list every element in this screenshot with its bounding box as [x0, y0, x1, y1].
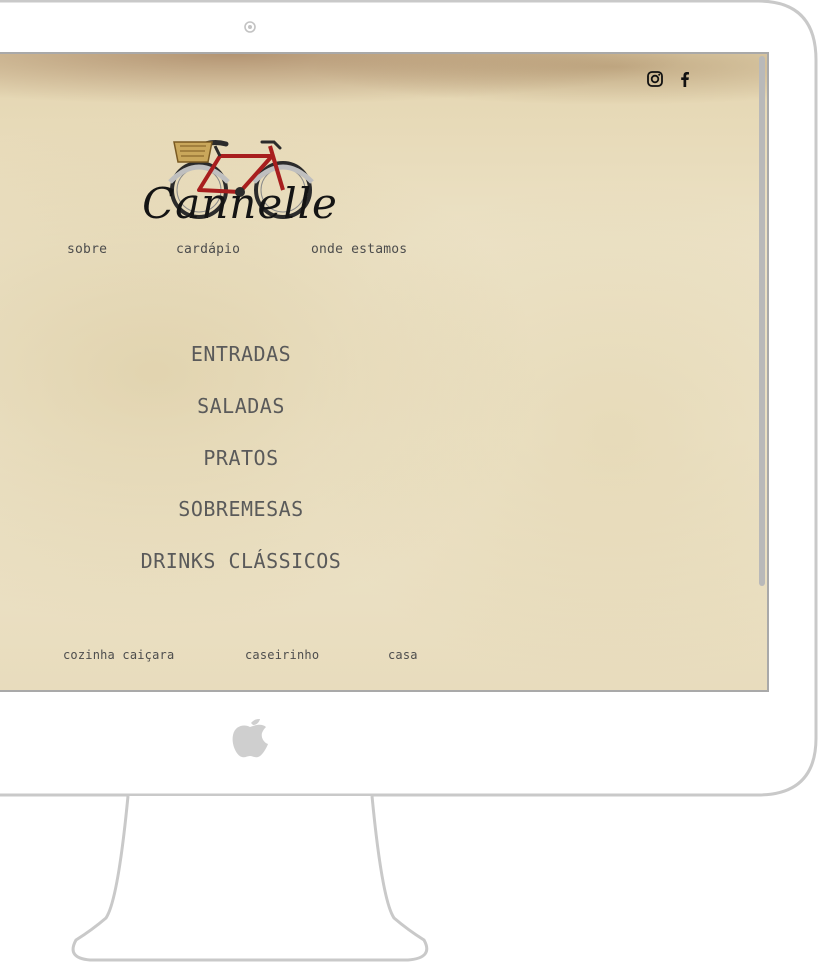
instagram-icon[interactable] — [646, 70, 664, 88]
menu-link-saladas[interactable]: SALADAS — [0, 394, 482, 418]
cannelle-logo[interactable]: Cannelle — [112, 94, 368, 226]
bottom-nav: cozinha caiçara caseirinho casa — [0, 648, 460, 668]
menu-link-entradas[interactable]: ENTRADAS — [0, 342, 482, 366]
logo-wordmark: Cannelle — [142, 179, 338, 226]
website-screen: Cannelle sobre cardápio onde estamos ENT… — [0, 52, 769, 692]
nav-link-casa[interactable]: casa — [388, 648, 418, 662]
nav-link-caseirinho[interactable]: caseirinho — [245, 648, 319, 662]
nav-link-sobre[interactable]: sobre — [67, 242, 107, 257]
menu-link-pratos[interactable]: PRATOS — [0, 446, 482, 470]
nav-link-cozinha-caicara[interactable]: cozinha caiçara — [63, 648, 174, 662]
facebook-icon[interactable] — [676, 70, 694, 88]
social-links — [646, 70, 694, 88]
top-nav: sobre cardápio onde estamos — [0, 242, 460, 262]
menu-link-sobremesas[interactable]: SOBREMESAS — [0, 497, 482, 521]
menu-link-drinks-classicos[interactable]: DRINKS CLÁSSICOS — [0, 549, 482, 573]
apple-logo-icon — [232, 719, 268, 758]
scrollbar[interactable] — [759, 56, 765, 586]
nav-link-cardapio[interactable]: cardápio — [176, 242, 240, 257]
nav-link-onde-estamos[interactable]: onde estamos — [311, 242, 407, 257]
